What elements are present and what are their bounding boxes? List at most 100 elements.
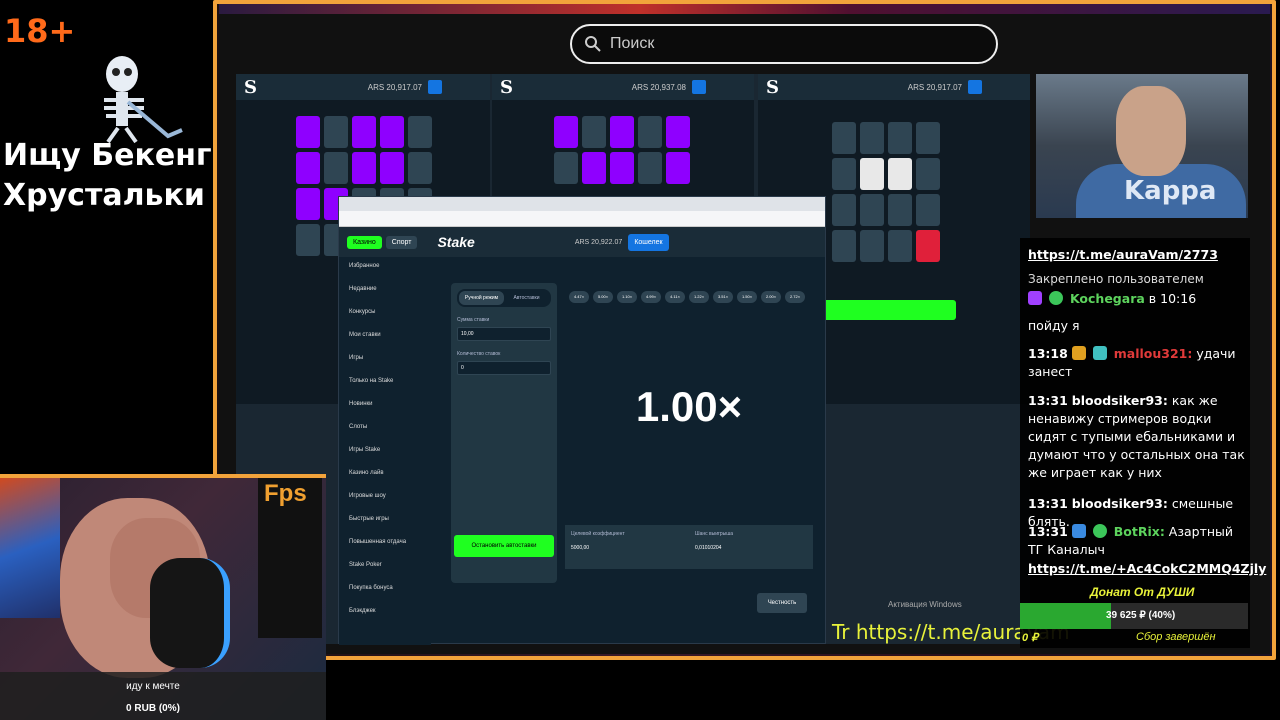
tile[interactable] (610, 152, 634, 184)
sidebar-item[interactable]: Повышенная отдача (349, 539, 421, 562)
skeleton-icon (104, 56, 183, 144)
tile[interactable] (666, 116, 690, 148)
tab-auto[interactable]: Автоставки (504, 291, 549, 305)
tile[interactable] (296, 116, 320, 148)
pinned-user-line: Kochegara в 10:16 (1028, 290, 1250, 308)
tile[interactable] (888, 230, 912, 262)
tile[interactable] (860, 194, 884, 226)
tile[interactable] (888, 194, 912, 226)
sidebar-item[interactable]: Избранное (349, 263, 421, 286)
sidebar-item[interactable]: Мои ставки (349, 332, 421, 355)
tile-red[interactable] (916, 230, 940, 262)
bet-count-input[interactable]: 0 (457, 361, 551, 375)
dice-tile[interactable] (860, 158, 884, 190)
panel-header: S ARS 20,917.07 (758, 74, 1030, 100)
tile[interactable] (638, 152, 662, 184)
tile[interactable] (380, 116, 404, 148)
tile[interactable] (888, 122, 912, 154)
sidebar-item[interactable]: Быстрые игры (349, 516, 421, 539)
face (1116, 86, 1186, 176)
sidebar-item[interactable]: Блэкджек (349, 608, 421, 631)
history-chip: 1.50× (737, 291, 757, 303)
stream-scene: 18+ Ищу Бекенг Хрустальки Поиск S ARS 20… (0, 0, 1280, 720)
casino-sidebar: Избранное Недавние Конкурсы Мои ставки И… (339, 257, 431, 645)
stop-autobet-button-right[interactable] (822, 300, 956, 320)
crown-icon (1071, 346, 1086, 360)
win-chance-input[interactable]: 0,01010204 (695, 545, 807, 551)
tile[interactable] (324, 152, 348, 184)
tile[interactable] (832, 194, 856, 226)
target-input[interactable]: 5000,00 (571, 545, 683, 551)
tile[interactable] (352, 116, 376, 148)
tile[interactable] (554, 152, 578, 184)
sidebar-item[interactable]: Только на Stake (349, 378, 421, 401)
header-balance[interactable]: ARS 20,922.07 (575, 239, 622, 246)
tile[interactable] (832, 122, 856, 154)
multiplier-display: 1.00× (635, 383, 743, 430)
wallet-icon[interactable] (428, 80, 442, 94)
pinned-user: Kochegara (1069, 291, 1145, 306)
sidebar-item[interactable]: Покупка бонуса (349, 585, 421, 608)
sidebar-item[interactable]: Новинки (349, 401, 421, 424)
wallet-icon[interactable] (692, 80, 706, 94)
fairness-button[interactable]: Честность (757, 593, 807, 613)
wallet-button[interactable]: Кошелек (628, 233, 669, 251)
tile[interactable] (296, 224, 320, 256)
tile[interactable] (666, 152, 690, 184)
bet-amount-input[interactable]: 10,00 (457, 327, 551, 341)
casino-tab[interactable]: Казино (347, 235, 382, 249)
sidebar-item[interactable]: Недавние (349, 286, 421, 309)
sidebar-item[interactable]: Игры Stake (349, 447, 421, 470)
history-chip: 4.47× (569, 291, 589, 303)
sidebar-item[interactable]: Конкурсы (349, 309, 421, 332)
sidebar-item[interactable]: Слоты (349, 424, 421, 447)
sport-tab[interactable]: Спорт (385, 235, 418, 249)
goal-progress-fill (1020, 603, 1112, 629)
tile[interactable] (296, 152, 320, 184)
history-chip: 1.22× (689, 291, 709, 303)
tile[interactable] (408, 116, 432, 148)
panel-balance: ARS 20,917.07 (367, 82, 422, 92)
tile[interactable] (296, 188, 320, 220)
tile[interactable] (860, 230, 884, 262)
tile[interactable] (638, 116, 662, 148)
pinned-time: в 10:16 (1148, 291, 1197, 306)
goal-caption: иду к мечте (126, 681, 180, 692)
overlay-title-line2: Хрустальки (3, 178, 205, 213)
mode-tabs: Ручной режим Автоставки (457, 289, 551, 307)
tile[interactable] (582, 152, 606, 184)
tile[interactable] (610, 116, 634, 148)
tile[interactable] (352, 152, 376, 184)
tile[interactable] (916, 122, 940, 154)
headset (150, 558, 230, 668)
sidebar-item[interactable]: Stake Poker (349, 562, 421, 585)
webcam-right: Kappa (1036, 74, 1248, 218)
age-rating: 18+ (4, 12, 76, 50)
stop-autobet-button[interactable]: Остановить автоставки (454, 535, 554, 557)
sidebar-item[interactable]: Игры (349, 355, 421, 378)
dice-tile[interactable] (888, 158, 912, 190)
chat-link[interactable]: https://t.me/+Ac4CokC2MMQ4Zjly (1028, 560, 1266, 578)
dice-grid (832, 122, 940, 262)
panel-header: S ARS 20,917.07 (236, 74, 490, 100)
tile[interactable] (380, 152, 404, 184)
tile[interactable] (832, 230, 856, 262)
tab-manual[interactable]: Ручной режим (459, 291, 504, 305)
search-bar[interactable]: Поиск (570, 24, 998, 64)
tile[interactable] (554, 116, 578, 148)
wallet-icon[interactable] (968, 80, 982, 94)
pinned-link[interactable]: https://t.me/auraVam/2773 (1028, 246, 1250, 264)
tile[interactable] (408, 152, 432, 184)
sidebar-item[interactable]: Казино лайв (349, 470, 421, 493)
browser-window: Казино Спорт Stake ARS 20,922.07 Кошелек… (338, 196, 826, 645)
sidebar-item[interactable]: Игровые шоу (349, 493, 421, 516)
address-bar[interactable] (339, 211, 825, 227)
tile[interactable] (832, 158, 856, 190)
tile[interactable] (860, 122, 884, 154)
tile[interactable] (916, 158, 940, 190)
tile[interactable] (916, 194, 940, 226)
tile[interactable] (324, 116, 348, 148)
tile[interactable] (582, 116, 606, 148)
win-chance-label: Шанс выигрыша (695, 531, 734, 537)
history-chip: 2.72× (785, 291, 805, 303)
